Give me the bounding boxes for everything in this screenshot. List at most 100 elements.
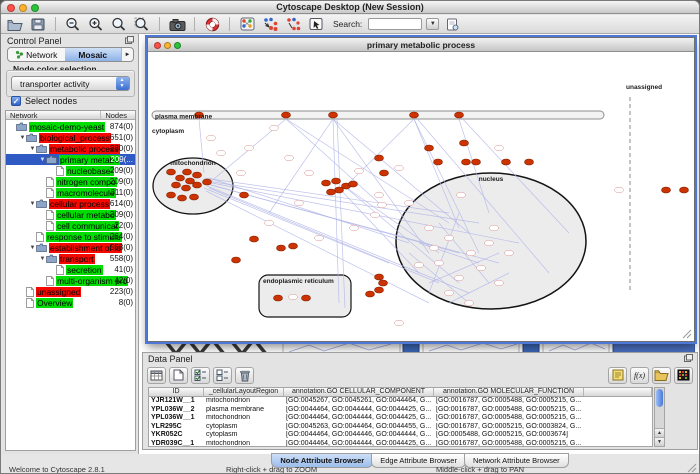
- selected-node[interactable]: [282, 112, 291, 118]
- node[interactable]: [350, 225, 359, 231]
- selected-node[interactable]: [375, 287, 384, 293]
- network-view-frame[interactable]: primary metabolic process plasma membran…: [147, 37, 695, 342]
- selected-node[interactable]: [434, 159, 443, 165]
- node[interactable]: [467, 250, 476, 256]
- selected-node[interactable]: [250, 236, 259, 242]
- tree-row[interactable]: multi-organism pro42(0): [6, 275, 135, 286]
- tab-network[interactable]: Network: [8, 48, 65, 61]
- node[interactable]: [315, 235, 324, 241]
- node[interactable]: [485, 240, 494, 246]
- unselect-attributes-icon[interactable]: [213, 367, 232, 384]
- node[interactable]: [237, 170, 246, 176]
- tree-row[interactable]: ▼primary metabo209(...: [6, 154, 135, 165]
- node[interactable]: [495, 145, 504, 151]
- node[interactable]: [265, 220, 274, 226]
- node[interactable]: [445, 235, 454, 241]
- selected-node[interactable]: [380, 170, 389, 176]
- selected-node[interactable]: [335, 187, 344, 193]
- node[interactable]: [495, 280, 504, 286]
- import-attributes-icon[interactable]: [652, 367, 671, 384]
- layout-icon-1[interactable]: [260, 16, 280, 33]
- tree-row[interactable]: cellular metabo209(0): [6, 209, 135, 220]
- selected-node[interactable]: [680, 187, 689, 193]
- matrix-icon[interactable]: [674, 367, 693, 384]
- tree-expand-icon[interactable]: ▼: [39, 256, 46, 262]
- tree-expand-icon[interactable]: ▼: [29, 245, 36, 251]
- selected-node[interactable]: [240, 192, 249, 198]
- node[interactable]: [430, 245, 439, 251]
- select-nodes-checkbox[interactable]: ✓: [11, 96, 21, 106]
- layout-icon-2[interactable]: [283, 16, 303, 33]
- selected-node[interactable]: [425, 145, 434, 151]
- search-input[interactable]: [368, 18, 422, 30]
- float-panel-icon[interactable]: [125, 36, 134, 44]
- selected-node[interactable]: [274, 295, 283, 301]
- node[interactable]: [457, 192, 466, 198]
- tree-row[interactable]: unassigned223(0): [6, 286, 135, 297]
- node[interactable]: [455, 275, 464, 281]
- node[interactable]: [405, 200, 414, 206]
- selected-node[interactable]: [193, 172, 202, 178]
- node[interactable]: [245, 145, 254, 151]
- notes-icon[interactable]: [608, 367, 627, 384]
- node[interactable]: [395, 165, 404, 171]
- new-attribute-icon[interactable]: [169, 367, 188, 384]
- node[interactable]: [305, 170, 314, 176]
- tree-expand-icon[interactable]: ▼: [39, 157, 46, 163]
- save-icon[interactable]: [28, 16, 48, 33]
- tree-row[interactable]: ▼biological_process651(0): [6, 132, 135, 143]
- attribute-table-icon[interactable]: [147, 367, 166, 384]
- selected-node[interactable]: [327, 189, 336, 195]
- selected-node[interactable]: [366, 291, 375, 297]
- tree-row[interactable]: cell communicat22(0): [6, 220, 135, 231]
- tabs-overflow-button[interactable]: ►: [121, 48, 133, 61]
- tab-mosaic[interactable]: Mosaic: [65, 48, 122, 61]
- table-row[interactable]: YDR039C__1mitochondrion[GO:0044464, GO:0…: [149, 440, 652, 447]
- scrollbar-thumb[interactable]: [656, 389, 663, 407]
- column-header[interactable]: annotation.GO MOLECULAR_FUNCTION: [434, 388, 584, 396]
- help-ring-icon[interactable]: [202, 16, 222, 33]
- selected-node[interactable]: [186, 178, 195, 184]
- compartment-plasma-membrane[interactable]: [152, 111, 604, 119]
- selected-node[interactable]: [172, 182, 181, 188]
- node[interactable]: [285, 155, 294, 161]
- delete-attribute-icon[interactable]: [235, 367, 254, 384]
- node[interactable]: [217, 150, 226, 156]
- float-data-panel-icon[interactable]: [684, 354, 693, 362]
- selected-node[interactable]: [182, 185, 191, 191]
- selected-node[interactable]: [410, 112, 419, 118]
- selected-node[interactable]: [460, 140, 469, 146]
- column-header[interactable]: ID: [149, 388, 204, 396]
- window-resize-grip[interactable]: [687, 463, 697, 473]
- selected-node[interactable]: [302, 295, 311, 301]
- node[interactable]: [490, 225, 499, 231]
- selected-node[interactable]: [232, 257, 241, 263]
- window-title-bar[interactable]: Cytoscape Desktop (New Session): [1, 1, 699, 14]
- node[interactable]: [395, 320, 404, 326]
- selected-node[interactable]: [329, 112, 338, 118]
- selected-node[interactable]: [472, 159, 481, 165]
- annotation-icon[interactable]: [306, 16, 326, 33]
- tree-expand-icon[interactable]: ▼: [29, 146, 36, 152]
- scroll-down-icon[interactable]: ▼: [655, 437, 664, 446]
- selected-node[interactable]: [332, 178, 341, 184]
- selected-node[interactable]: [176, 175, 185, 181]
- search-options-icon[interactable]: [442, 16, 462, 33]
- tree-row[interactable]: Overview8(0): [6, 297, 135, 308]
- table-row[interactable]: YPL036W__1mitochondrion[GO:0044464, GO:0…: [149, 414, 652, 423]
- node[interactable]: [375, 192, 384, 198]
- selected-node[interactable]: [502, 159, 511, 165]
- table-row[interactable]: YLR295Ccytoplasm[GO:0045263, GO:0044464,…: [149, 423, 652, 432]
- zoom-in-icon[interactable]: [86, 16, 106, 33]
- node[interactable]: [270, 125, 279, 131]
- node[interactable]: [295, 200, 304, 206]
- node[interactable]: [371, 212, 380, 218]
- node[interactable]: [477, 265, 486, 271]
- table-row[interactable]: YPL036W__2plasma membrane[GO:0044464, GO…: [149, 406, 652, 415]
- column-header[interactable]: _cellularLayoutRegion: [204, 388, 284, 396]
- node[interactable]: [289, 294, 298, 300]
- selected-node[interactable]: [525, 159, 534, 165]
- node-color-dropdown[interactable]: transporter activity ▲▼: [11, 76, 130, 91]
- selected-node[interactable]: [375, 155, 384, 161]
- zoom-fit-icon[interactable]: [109, 16, 129, 33]
